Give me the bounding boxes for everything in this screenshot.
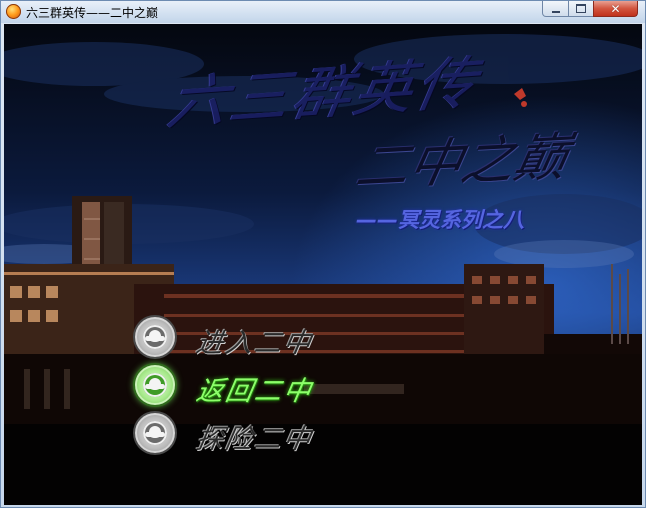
title-bar[interactable]: 六三群英传——二中之巅 ✕ bbox=[1, 1, 645, 23]
menu-return-school[interactable]: 返回二中 bbox=[135, 365, 345, 407]
minimize-icon bbox=[551, 10, 560, 13]
menu-enter-school[interactable]: 进入二中 bbox=[135, 317, 345, 359]
game-window: 六三群英传——二中之巅 ✕ 六三群英传 二中之巅 ——冥灵系列之八 进入二中 返… bbox=[0, 0, 646, 508]
minimize-button[interactable] bbox=[542, 1, 569, 17]
school-emblem-icon bbox=[135, 317, 175, 357]
game-title-line2: 二中之巅 bbox=[350, 127, 574, 199]
game-canvas[interactable]: 六三群英传 二中之巅 ——冥灵系列之八 进入二中 返回二中 探险二中 bbox=[4, 24, 642, 505]
app-icon bbox=[6, 4, 21, 19]
menu-label: 进入二中 bbox=[193, 328, 316, 359]
maximize-icon bbox=[576, 4, 586, 13]
school-emblem-icon bbox=[135, 413, 175, 453]
menu-label: 返回二中 bbox=[193, 376, 316, 407]
window-title: 六三群英传——二中之巅 bbox=[26, 6, 159, 20]
menu-explore-school[interactable]: 探险二中 bbox=[135, 413, 345, 455]
menu-label: 探险二中 bbox=[193, 424, 316, 455]
maximize-button[interactable] bbox=[568, 1, 594, 17]
school-emblem-icon bbox=[135, 365, 175, 405]
game-subtitle: ——冥灵系列之八 bbox=[356, 208, 524, 232]
close-icon: ✕ bbox=[610, 1, 621, 16]
close-button[interactable]: ✕ bbox=[593, 1, 638, 17]
